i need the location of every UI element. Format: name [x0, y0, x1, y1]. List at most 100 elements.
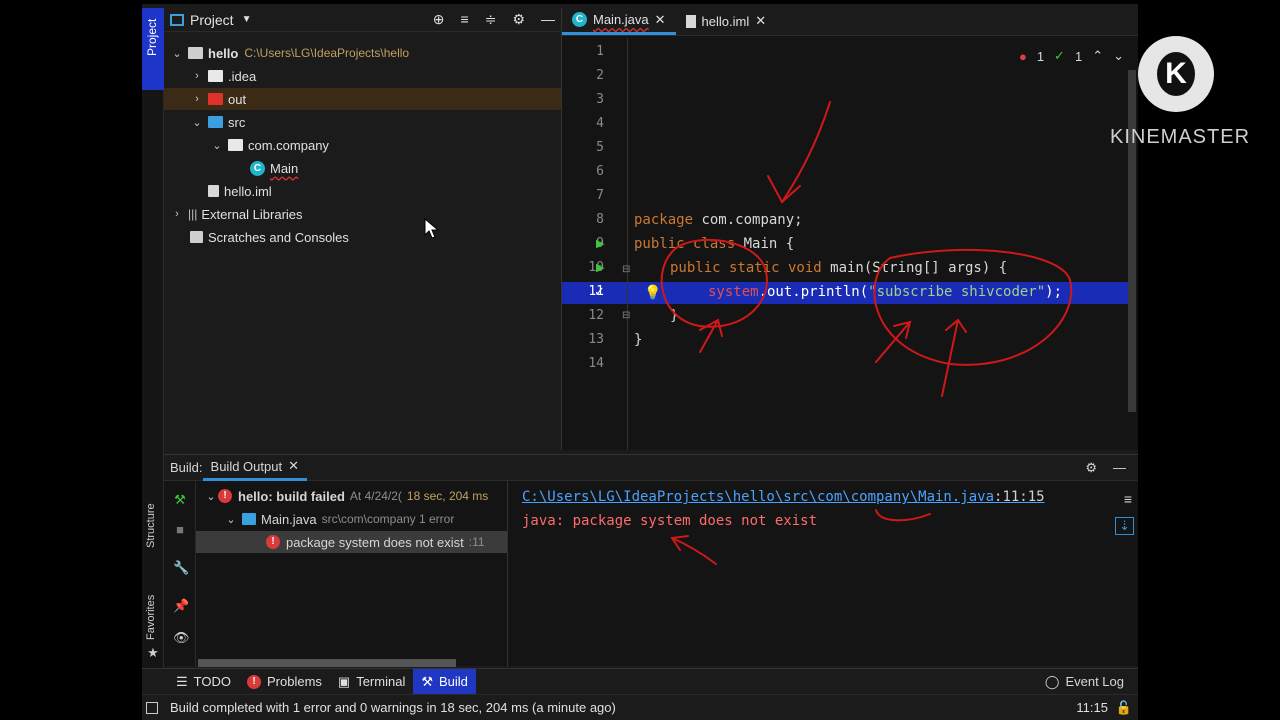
event-log-label: Event Log: [1065, 674, 1124, 689]
code-text: com.company;: [693, 212, 803, 228]
build-duration: 18 sec, 204 ms: [406, 489, 489, 503]
tree-label: Scratches and Consoles: [208, 229, 349, 245]
editor-tab-bar: C Main.java ✕ hello.iml ✕: [562, 8, 1138, 36]
tab-build-output[interactable]: Build Output ✕: [202, 455, 307, 481]
project-tool-tab[interactable]: Project: [142, 8, 164, 90]
fold-icon[interactable]: ⊟: [622, 264, 630, 275]
error-position: :11:15: [994, 489, 1045, 505]
tree-item-idea[interactable]: › .idea: [164, 65, 561, 87]
check-count: 1: [1074, 48, 1083, 64]
project-icon: [170, 13, 184, 26]
lock-icon[interactable]: 🔓: [1116, 700, 1132, 716]
tree-item-hello-iml[interactable]: hello.iml: [164, 180, 561, 202]
tab-main-java[interactable]: C Main.java ✕: [562, 7, 676, 35]
minimize-icon[interactable]: —: [541, 11, 555, 28]
line-number: 6: [596, 164, 604, 179]
library-icon: |||: [188, 207, 198, 221]
tree-label: hello.iml: [224, 183, 272, 199]
soft-wrap-icon[interactable]: ≡: [1124, 491, 1132, 507]
tool-build[interactable]: ⚒ Build: [413, 668, 476, 695]
line-gutter: 1 2 3 4 5 6 7 8 9 10 11 12 13 14 ▶ ▶ ✓ ⊟…: [562, 38, 630, 450]
tool-terminal[interactable]: ▣ Terminal: [330, 669, 413, 695]
minimize-icon[interactable]: —: [1113, 460, 1126, 475]
hammer-icon[interactable]: ⚒: [173, 493, 187, 507]
file-label: Main.java: [261, 511, 317, 527]
line-number: 13: [588, 332, 604, 347]
chevron-down-icon[interactable]: ⌄: [190, 116, 204, 129]
tree-item-main[interactable]: C Main: [164, 157, 561, 179]
fold-icon[interactable]: ⊟: [622, 310, 630, 321]
tab-label: Build Output: [210, 458, 283, 474]
keyword: public class: [634, 236, 736, 252]
chevron-right-icon[interactable]: ›: [170, 208, 184, 220]
error-label: package system does not exist: [286, 534, 464, 550]
tree-item-scratches[interactable]: Scratches and Consoles: [164, 226, 561, 248]
code-editor[interactable]: C Main.java ✕ hello.iml ✕ 1 2 3 4 5 6 7 …: [562, 8, 1138, 450]
line-number: 14: [588, 356, 604, 371]
star-icon[interactable]: ★: [146, 646, 160, 660]
gear-icon[interactable]: ⚙: [1085, 460, 1097, 476]
project-title[interactable]: Project: [190, 12, 234, 28]
close-icon[interactable]: ✕: [288, 458, 299, 474]
build-tree-file[interactable]: ⌄ Main.java src\com\company 1 error: [196, 508, 507, 530]
dropdown-icon[interactable]: ▼: [242, 14, 252, 25]
collapse-all-icon[interactable]: ≑: [485, 11, 497, 28]
watermark-text: KINEMASTER: [1110, 126, 1251, 148]
file-meta: src\com\company 1 error: [321, 512, 455, 526]
run-icon[interactable]: ▶: [596, 237, 604, 250]
panel-toggle-icon[interactable]: [146, 701, 158, 714]
tool-todo[interactable]: ☰ TODO: [168, 669, 239, 695]
event-log-button[interactable]: ◯ Event Log: [1045, 674, 1124, 690]
chevron-down-icon[interactable]: ⌄: [204, 490, 218, 503]
tree-item-src[interactable]: ⌄ src: [164, 111, 561, 133]
expand-all-icon[interactable]: ≡: [461, 11, 469, 28]
chevron-down-icon[interactable]: ⌄: [170, 47, 184, 60]
kinemaster-watermark: K KINEMASTER: [1108, 36, 1251, 156]
tool-problems[interactable]: ! Problems: [239, 669, 330, 695]
tab-hello-iml[interactable]: hello.iml ✕: [676, 7, 777, 35]
close-icon[interactable]: ✕: [655, 12, 666, 28]
locate-icon[interactable]: ⊕: [433, 11, 445, 28]
gear-icon[interactable]: ⚙: [512, 11, 525, 28]
pin-icon[interactable]: 📌: [173, 599, 189, 613]
close-icon[interactable]: ✕: [755, 13, 766, 29]
file-path-link[interactable]: C:\Users\LG\IdeaProjects\hello\src\com\c…: [522, 489, 994, 505]
error-file-link[interactable]: C:\Users\LG\IdeaProjects\hello\src\com\c…: [522, 489, 1045, 505]
code-line-11: system.out.println("subscribe shivcoder"…: [708, 284, 1062, 300]
tree-item-external-libraries[interactable]: › ||| External Libraries: [164, 203, 561, 225]
tree-item-hello[interactable]: ⌄ hello C:\Users\LG\IdeaProjects\hello: [164, 42, 561, 64]
tool-label: Build: [438, 674, 468, 689]
build-output-console[interactable]: C:\Users\LG\IdeaProjects\hello\src\com\c…: [508, 481, 1138, 667]
left-tool-strip: Project Structure Favorites ★: [142, 8, 164, 698]
line-number: 12: [588, 308, 604, 323]
run-icon[interactable]: ▶: [596, 261, 604, 274]
tree-label: src: [228, 114, 246, 130]
structure-tab[interactable]: Structure: [145, 503, 157, 548]
eye-icon[interactable]: 👁: [173, 631, 190, 645]
favorites-tab[interactable]: Favorites: [145, 595, 157, 640]
chevron-down-icon[interactable]: ⌄: [224, 513, 238, 526]
build-tree-error[interactable]: ! package system does not exist :11: [196, 531, 507, 553]
chevron-down-icon[interactable]: ⌄: [210, 139, 224, 152]
string-literal: "subscribe shivcoder": [868, 284, 1046, 300]
error-bulb-icon[interactable]: 💡: [644, 284, 661, 301]
line-number: 8: [596, 212, 604, 227]
java-file-icon: [242, 513, 256, 525]
status-time[interactable]: 11:15: [1076, 700, 1108, 715]
scroll-to-end-icon[interactable]: ⇣: [1115, 517, 1134, 535]
line-number: 2: [596, 68, 604, 83]
check-count-icon: ✓: [1054, 48, 1065, 63]
wrench-icon[interactable]: 🔧: [173, 561, 189, 575]
tree-item-out[interactable]: › out: [164, 88, 561, 110]
tab-label: hello.iml: [701, 13, 750, 29]
build-tree-root[interactable]: ⌄ ! hello: build failed At 4/24/2( 18 se…: [196, 485, 507, 507]
build-timestamp: At 4/24/2(: [349, 489, 402, 503]
horizontal-scrollbar[interactable]: [198, 659, 456, 667]
chevron-right-icon[interactable]: ›: [190, 70, 204, 82]
chevron-right-icon[interactable]: ›: [190, 93, 204, 105]
stop-icon[interactable]: ■: [173, 523, 187, 537]
source-folder-icon: [208, 116, 223, 128]
tree-item-com-company[interactable]: ⌄ com.company: [164, 134, 561, 156]
logo-letter: K: [1157, 52, 1195, 96]
chevron-up-icon[interactable]: ⌃: [1092, 48, 1103, 64]
